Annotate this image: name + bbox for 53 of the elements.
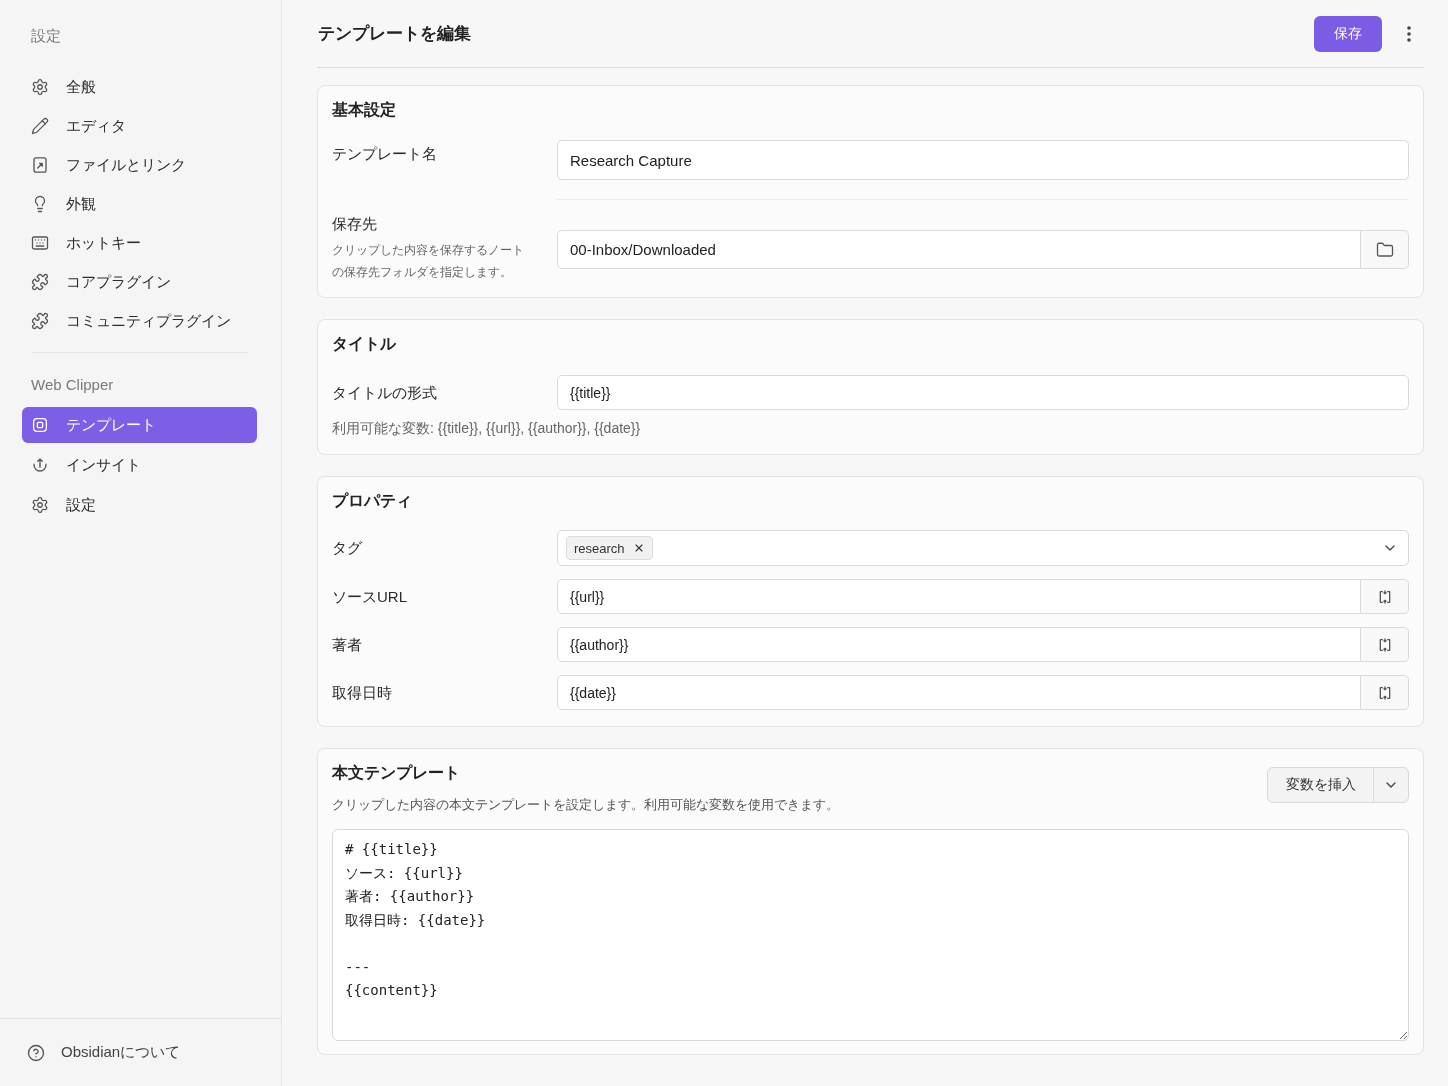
tag-select[interactable]: research	[557, 530, 1409, 566]
sidebar-item[interactable]: コミュニティプラグイン	[22, 303, 257, 339]
text-input[interactable]: Research Capture	[557, 140, 1409, 180]
page-title: テンプレートを編集	[318, 23, 471, 45]
sidebar-item[interactable]: ホットキー	[22, 225, 257, 261]
sidebar-item[interactable]: 設定	[22, 487, 257, 523]
puzzle-icon	[31, 312, 49, 330]
gear-icon	[31, 496, 49, 514]
card-title: 基本設定	[332, 100, 397, 120]
folder-icon	[1375, 240, 1394, 259]
card-description: クリップした内容の本文テンプレートを設定します。利用可能な変数を使用できます。	[332, 796, 839, 814]
card-title: プロパティ	[332, 491, 413, 511]
variable-button[interactable]	[1361, 579, 1409, 614]
sidebar-item[interactable]: テンプレート	[22, 407, 257, 443]
layout-icon	[31, 416, 49, 434]
text-input[interactable]: 00-Inbox/Downloaded	[557, 230, 1361, 269]
pencil-icon	[31, 117, 49, 135]
variable-button[interactable]	[1361, 675, 1409, 710]
tag-chip[interactable]: research	[566, 536, 653, 560]
text-input[interactable]: {{title}}	[557, 375, 1409, 410]
sidebar-heading: 設定	[30, 26, 62, 46]
browse-button[interactable]	[1361, 230, 1409, 269]
template-editor[interactable]: # {{title}} ソース: {{url}} 著者: {{author}} 取得日時: {{date}} --- {{content}}	[332, 829, 1409, 1041]
field-label: 著者	[332, 634, 363, 655]
field-label: 保存先	[332, 214, 378, 234]
sidebar-item[interactable]: インサイト	[22, 447, 257, 483]
help-icon	[27, 1043, 45, 1062]
text-input[interactable]: {{date}}	[557, 675, 1361, 710]
sidebar-item[interactable]: 全般	[22, 69, 257, 105]
variable-button[interactable]	[1361, 627, 1409, 662]
text-input[interactable]: {{author}}	[557, 627, 1361, 662]
field-label: タグ	[332, 538, 363, 558]
sidebar-item[interactable]: ファイルとリンク	[22, 147, 257, 183]
field-label: ソースURL	[332, 586, 408, 607]
card-title: 本文テンプレート	[332, 763, 461, 783]
cup-arrow-icon	[31, 456, 49, 474]
text-input[interactable]: {{url}}	[557, 579, 1361, 614]
section-heading: Web Clipper	[30, 375, 115, 395]
field-label: 取得日時	[332, 682, 393, 703]
more-icon	[1407, 25, 1411, 42]
card-title: タイトル	[332, 334, 397, 354]
sidebar-item[interactable]: 外観	[22, 186, 257, 222]
about-link[interactable]: Obsidianについて	[27, 1043, 181, 1062]
field-label: タイトルの形式	[332, 382, 438, 403]
sidebar-item[interactable]: コアプラグイン	[22, 264, 257, 300]
field-label: テンプレート名	[332, 144, 438, 164]
gear-icon	[31, 78, 49, 96]
puzzle-icon	[31, 273, 49, 291]
field-description: クリップした内容を保存するノートの保存先フォルダを指定します。	[332, 242, 525, 281]
keyboard-icon	[31, 234, 49, 252]
sidebar-item[interactable]: エディタ	[22, 108, 257, 144]
save-button[interactable]: 保存	[1314, 15, 1382, 52]
help-text: 利用可能な変数: {{title}}, {{url}}, {{author}}, {{date}}	[332, 419, 642, 438]
